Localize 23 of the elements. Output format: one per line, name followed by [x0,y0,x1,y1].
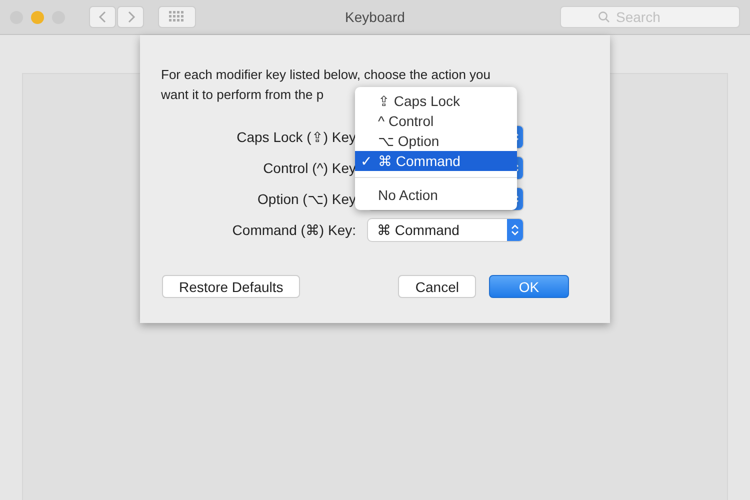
show-all-button[interactable] [158,6,196,28]
dialog-button[interactable]: Restore Defaults [162,275,300,298]
chevron-right-icon [126,10,136,24]
description-text: For each modifier key listed below, choose the action you [161,66,491,84]
menu-item[interactable]: No Action [355,185,517,205]
forward-button[interactable] [117,6,144,28]
grid-icon [169,11,185,23]
key-label: Control (^) Key [263,160,356,176]
description-text: want it to perform from the p [161,86,324,104]
action-popup[interactable]: ⌘ Command [368,219,523,241]
key-label: Option (⌥) Key [258,191,356,207]
menu-item[interactable]: ⌥ Option [355,131,517,151]
menu-item[interactable]: ✓ ⌘ Command [355,151,517,171]
chevron-left-icon [98,10,108,24]
back-button[interactable] [89,6,116,28]
menu-item[interactable]: ^ Control [355,111,517,131]
stepper-icon [507,219,523,241]
dialog-button[interactable]: Cancel [398,275,476,298]
menu-item[interactable]: ⇪ Caps Lock [355,91,517,111]
key-label: Command (⌘) Key: [232,222,356,238]
window-title: Keyboard [345,9,405,25]
key-label: Caps Lock (⇪) Key [236,129,356,145]
minimize-icon[interactable] [31,10,44,24]
